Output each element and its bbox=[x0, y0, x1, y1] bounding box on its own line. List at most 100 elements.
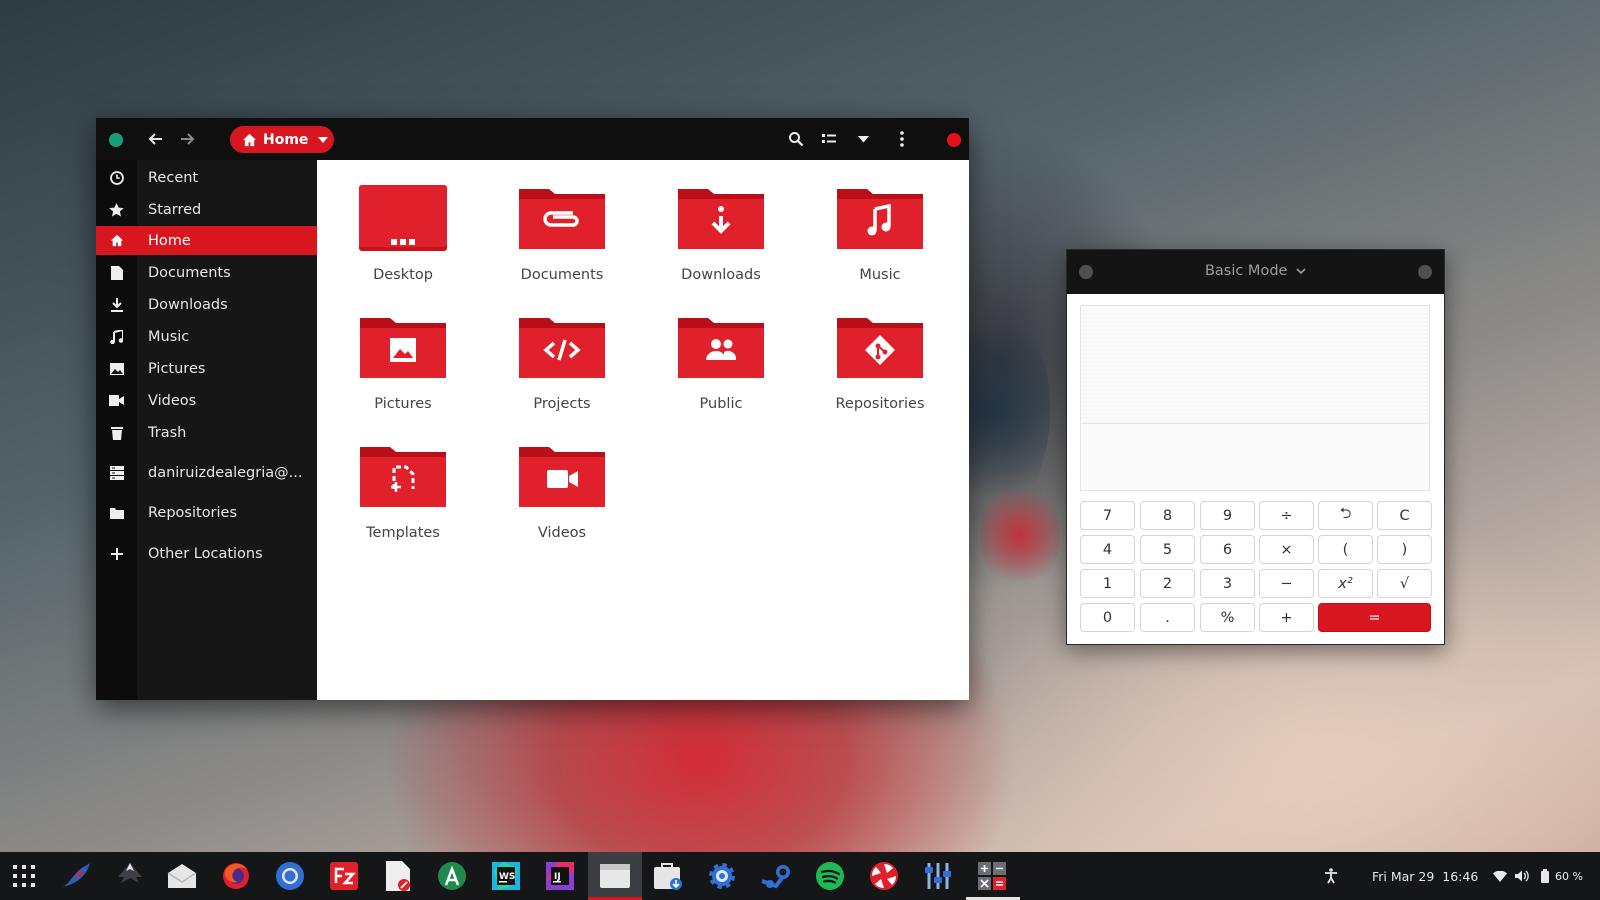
key-decimal[interactable]: . bbox=[1140, 603, 1195, 632]
mode-selector[interactable]: Basic Mode bbox=[1067, 263, 1444, 279]
close-button[interactable] bbox=[947, 133, 961, 147]
dock-app-mail[interactable] bbox=[162, 858, 202, 894]
key-7[interactable]: 7 bbox=[1080, 501, 1135, 530]
dock-app-chromium[interactable] bbox=[270, 858, 310, 894]
dock-app-firefox[interactable] bbox=[216, 858, 256, 894]
sidebar-item-starred[interactable]: Starred bbox=[96, 195, 317, 224]
dock-app-steam[interactable] bbox=[756, 858, 796, 894]
app-grid-icon bbox=[13, 865, 35, 887]
menu-button[interactable] bbox=[891, 129, 913, 149]
clock[interactable]: Fri Mar 29 16:46 bbox=[1372, 852, 1478, 900]
calculator-input-field[interactable] bbox=[1081, 424, 1429, 490]
key-add[interactable]: + bbox=[1259, 603, 1314, 632]
sidebar-item-network-mount[interactable]: daniruizdealegria@... bbox=[96, 458, 317, 487]
dock-app-kingfisher[interactable] bbox=[56, 858, 96, 894]
key-0[interactable]: 0 bbox=[1080, 603, 1135, 632]
places-sidebar: Recent Starred Home Documents Downloads … bbox=[96, 160, 317, 700]
calculation-history bbox=[1081, 306, 1429, 424]
chevron-down-icon bbox=[318, 136, 329, 143]
sidebar-item-label: Home bbox=[148, 232, 191, 249]
key-close-paren[interactable]: ) bbox=[1377, 535, 1432, 564]
download-icon bbox=[96, 297, 137, 312]
key-9[interactable]: 9 bbox=[1200, 501, 1255, 530]
dock-app-webstorm[interactable]: WS bbox=[486, 858, 526, 894]
dock-app-calculator[interactable] bbox=[972, 858, 1012, 894]
app-grid-button[interactable] bbox=[4, 858, 44, 894]
sidebar-item-recent[interactable]: Recent bbox=[96, 163, 317, 192]
close-button[interactable] bbox=[1418, 265, 1432, 279]
back-button[interactable] bbox=[145, 129, 167, 149]
dock-app-spotify[interactable] bbox=[810, 858, 850, 894]
network-indicator[interactable] bbox=[1493, 852, 1507, 900]
svg-text:WS: WS bbox=[499, 872, 515, 882]
dock-app-android-studio[interactable] bbox=[432, 858, 472, 894]
accessibility-menu[interactable] bbox=[1324, 852, 1338, 900]
view-toggle-button[interactable] bbox=[818, 129, 840, 149]
sidebar-item-other-locations[interactable]: Other Locations bbox=[96, 539, 317, 568]
dock-app-ubuntu-sources[interactable] bbox=[864, 858, 904, 894]
sidebar-item-documents[interactable]: Documents bbox=[96, 258, 317, 287]
key-2[interactable]: 2 bbox=[1140, 569, 1195, 598]
sidebar-item-music[interactable]: Music bbox=[96, 322, 317, 351]
folder-item-documents[interactable]: Documents bbox=[487, 183, 637, 303]
folder-item-templates[interactable]: Templates bbox=[328, 441, 478, 561]
key-4[interactable]: 4 bbox=[1080, 535, 1135, 564]
sidebar-item-label: Documents bbox=[148, 264, 231, 281]
sidebar-item-label: Trash bbox=[148, 424, 187, 441]
videos-folder-icon bbox=[519, 447, 605, 507]
folder-item-repositories[interactable]: Repositories bbox=[805, 312, 955, 432]
chevron-down-icon bbox=[1296, 268, 1306, 275]
battery-indicator[interactable]: 60 % bbox=[1541, 852, 1583, 900]
folder-item-downloads[interactable]: Downloads bbox=[646, 183, 796, 303]
key-3[interactable]: 3 bbox=[1200, 569, 1255, 598]
key-square[interactable]: x² bbox=[1318, 569, 1373, 598]
folder-item-public[interactable]: Public bbox=[646, 312, 796, 432]
android-studio-icon bbox=[438, 862, 466, 890]
path-bar-home-button[interactable]: Home bbox=[230, 126, 334, 153]
trash-icon bbox=[96, 426, 137, 440]
folder-item-videos[interactable]: Videos bbox=[487, 441, 637, 561]
dock-app-intellij-idea[interactable]: IJ bbox=[540, 858, 580, 894]
key-multiply[interactable]: × bbox=[1259, 535, 1314, 564]
folder-item-projects[interactable]: Projects bbox=[487, 312, 637, 432]
volume-indicator[interactable] bbox=[1515, 852, 1529, 900]
dock-app-software-install[interactable] bbox=[648, 858, 688, 894]
key-percent[interactable]: % bbox=[1200, 603, 1255, 632]
sidebar-item-downloads[interactable]: Downloads bbox=[96, 290, 317, 319]
dock-app-filezilla[interactable] bbox=[324, 858, 364, 894]
desktop-folder-icon bbox=[359, 185, 447, 251]
key-subtract[interactable]: − bbox=[1259, 569, 1314, 598]
key-open-paren[interactable]: ( bbox=[1318, 535, 1373, 564]
sidebar-item-home[interactable]: Home bbox=[96, 226, 317, 255]
key-equals[interactable]: = bbox=[1318, 603, 1431, 632]
sidebar-item-label: Pictures bbox=[148, 360, 206, 377]
folder-item-music[interactable]: Music bbox=[805, 183, 955, 303]
arrow-left-icon bbox=[148, 133, 162, 145]
key-8[interactable]: 8 bbox=[1140, 501, 1195, 530]
key-clear[interactable]: C bbox=[1377, 501, 1432, 530]
sidebar-item-repositories[interactable]: Repositories bbox=[96, 498, 317, 527]
sidebar-item-pictures[interactable]: Pictures bbox=[96, 354, 317, 383]
key-divide[interactable]: ÷ bbox=[1259, 501, 1314, 530]
dock-app-tweaks[interactable] bbox=[918, 858, 958, 894]
sidebar-item-trash[interactable]: Trash bbox=[96, 418, 317, 447]
folder-item-pictures[interactable]: Pictures bbox=[328, 312, 478, 432]
key-1[interactable]: 1 bbox=[1080, 569, 1135, 598]
key-5[interactable]: 5 bbox=[1140, 535, 1195, 564]
key-6[interactable]: 6 bbox=[1200, 535, 1255, 564]
key-square-root[interactable]: √ bbox=[1377, 569, 1432, 598]
key-undo[interactable]: ⮌ bbox=[1318, 501, 1373, 530]
text-editor-icon bbox=[386, 861, 410, 891]
view-options-button[interactable] bbox=[852, 129, 874, 149]
window-menu-button[interactable] bbox=[109, 133, 123, 147]
dock-app-settings[interactable] bbox=[702, 858, 742, 894]
forward-button[interactable] bbox=[176, 129, 198, 149]
dock-app-files[interactable] bbox=[595, 858, 635, 894]
folder-item-desktop[interactable]: Desktop bbox=[328, 183, 478, 303]
dock-app-inkscape[interactable] bbox=[110, 858, 150, 894]
dock-app-text-editor[interactable] bbox=[378, 858, 418, 894]
calculator-icon bbox=[978, 862, 1006, 890]
search-button[interactable] bbox=[785, 129, 807, 149]
sidebar-item-videos[interactable]: Videos bbox=[96, 386, 317, 415]
calculator-window: Basic Mode 7 8 9 ÷ ⮌ C 4 5 6 × ( ) 1 2 3… bbox=[1066, 249, 1445, 645]
